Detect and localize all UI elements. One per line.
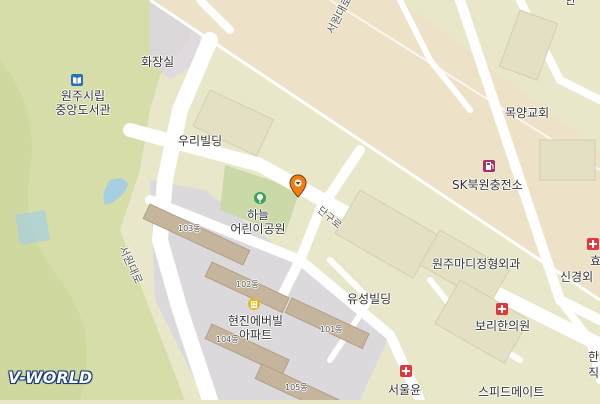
mokyang-church-label: 목양교회	[505, 106, 550, 120]
location-pin-icon[interactable]	[289, 174, 307, 198]
vworld-logo[interactable]: V-WORLD	[8, 368, 92, 387]
map-view[interactable]: 화장실 원주시립 중앙도서관 우리빌딩 서원대로 서원대로 하늘 어린이공원 단…	[0, 0, 600, 404]
building-102-label: 102동	[236, 280, 259, 289]
sk-station-label: SK북원충전소	[452, 178, 523, 192]
top-right-partial-label: 한	[565, 0, 577, 7]
bottom-right-partial-label-2: 직	[588, 366, 600, 380]
park-label-text: 하늘 어린이공원	[230, 208, 286, 237]
hospital-icon	[587, 238, 599, 250]
library-label-text: 원주시립 중앙도서관	[55, 89, 111, 118]
park-icon	[254, 192, 266, 204]
apartment-icon	[248, 298, 260, 310]
park-label: 하늘 어린이공원	[223, 208, 293, 237]
building-105-label: 105동	[285, 383, 308, 392]
sinkyeong-partial-label: 신경외	[560, 270, 594, 284]
gas-station-icon	[483, 160, 495, 172]
library-icon	[71, 74, 83, 86]
library-label: 원주시립 중앙도서관	[48, 89, 118, 118]
building-104-label: 104동	[216, 335, 239, 344]
hyo-partial-label: 효성	[590, 254, 600, 268]
wonju-madi-label: 원주마디정형외과	[432, 257, 521, 271]
speedmate-label: 스피드메이트	[478, 385, 545, 399]
hospital-icon	[496, 303, 508, 315]
woori-building-label: 우리빌딩	[178, 134, 223, 148]
building-101-label: 101동	[320, 325, 343, 334]
bottom-right-partial-label-1: 한	[588, 350, 600, 364]
building-103-label: 103동	[178, 224, 201, 233]
seoul-clinic-label: 서울윤	[388, 383, 422, 397]
bori-clinic-label: 보리한의원	[475, 319, 531, 333]
restroom-label: 화장실	[141, 55, 175, 69]
hospital-icon	[400, 365, 412, 377]
yuseong-building-label: 유성빌딩	[347, 292, 392, 306]
